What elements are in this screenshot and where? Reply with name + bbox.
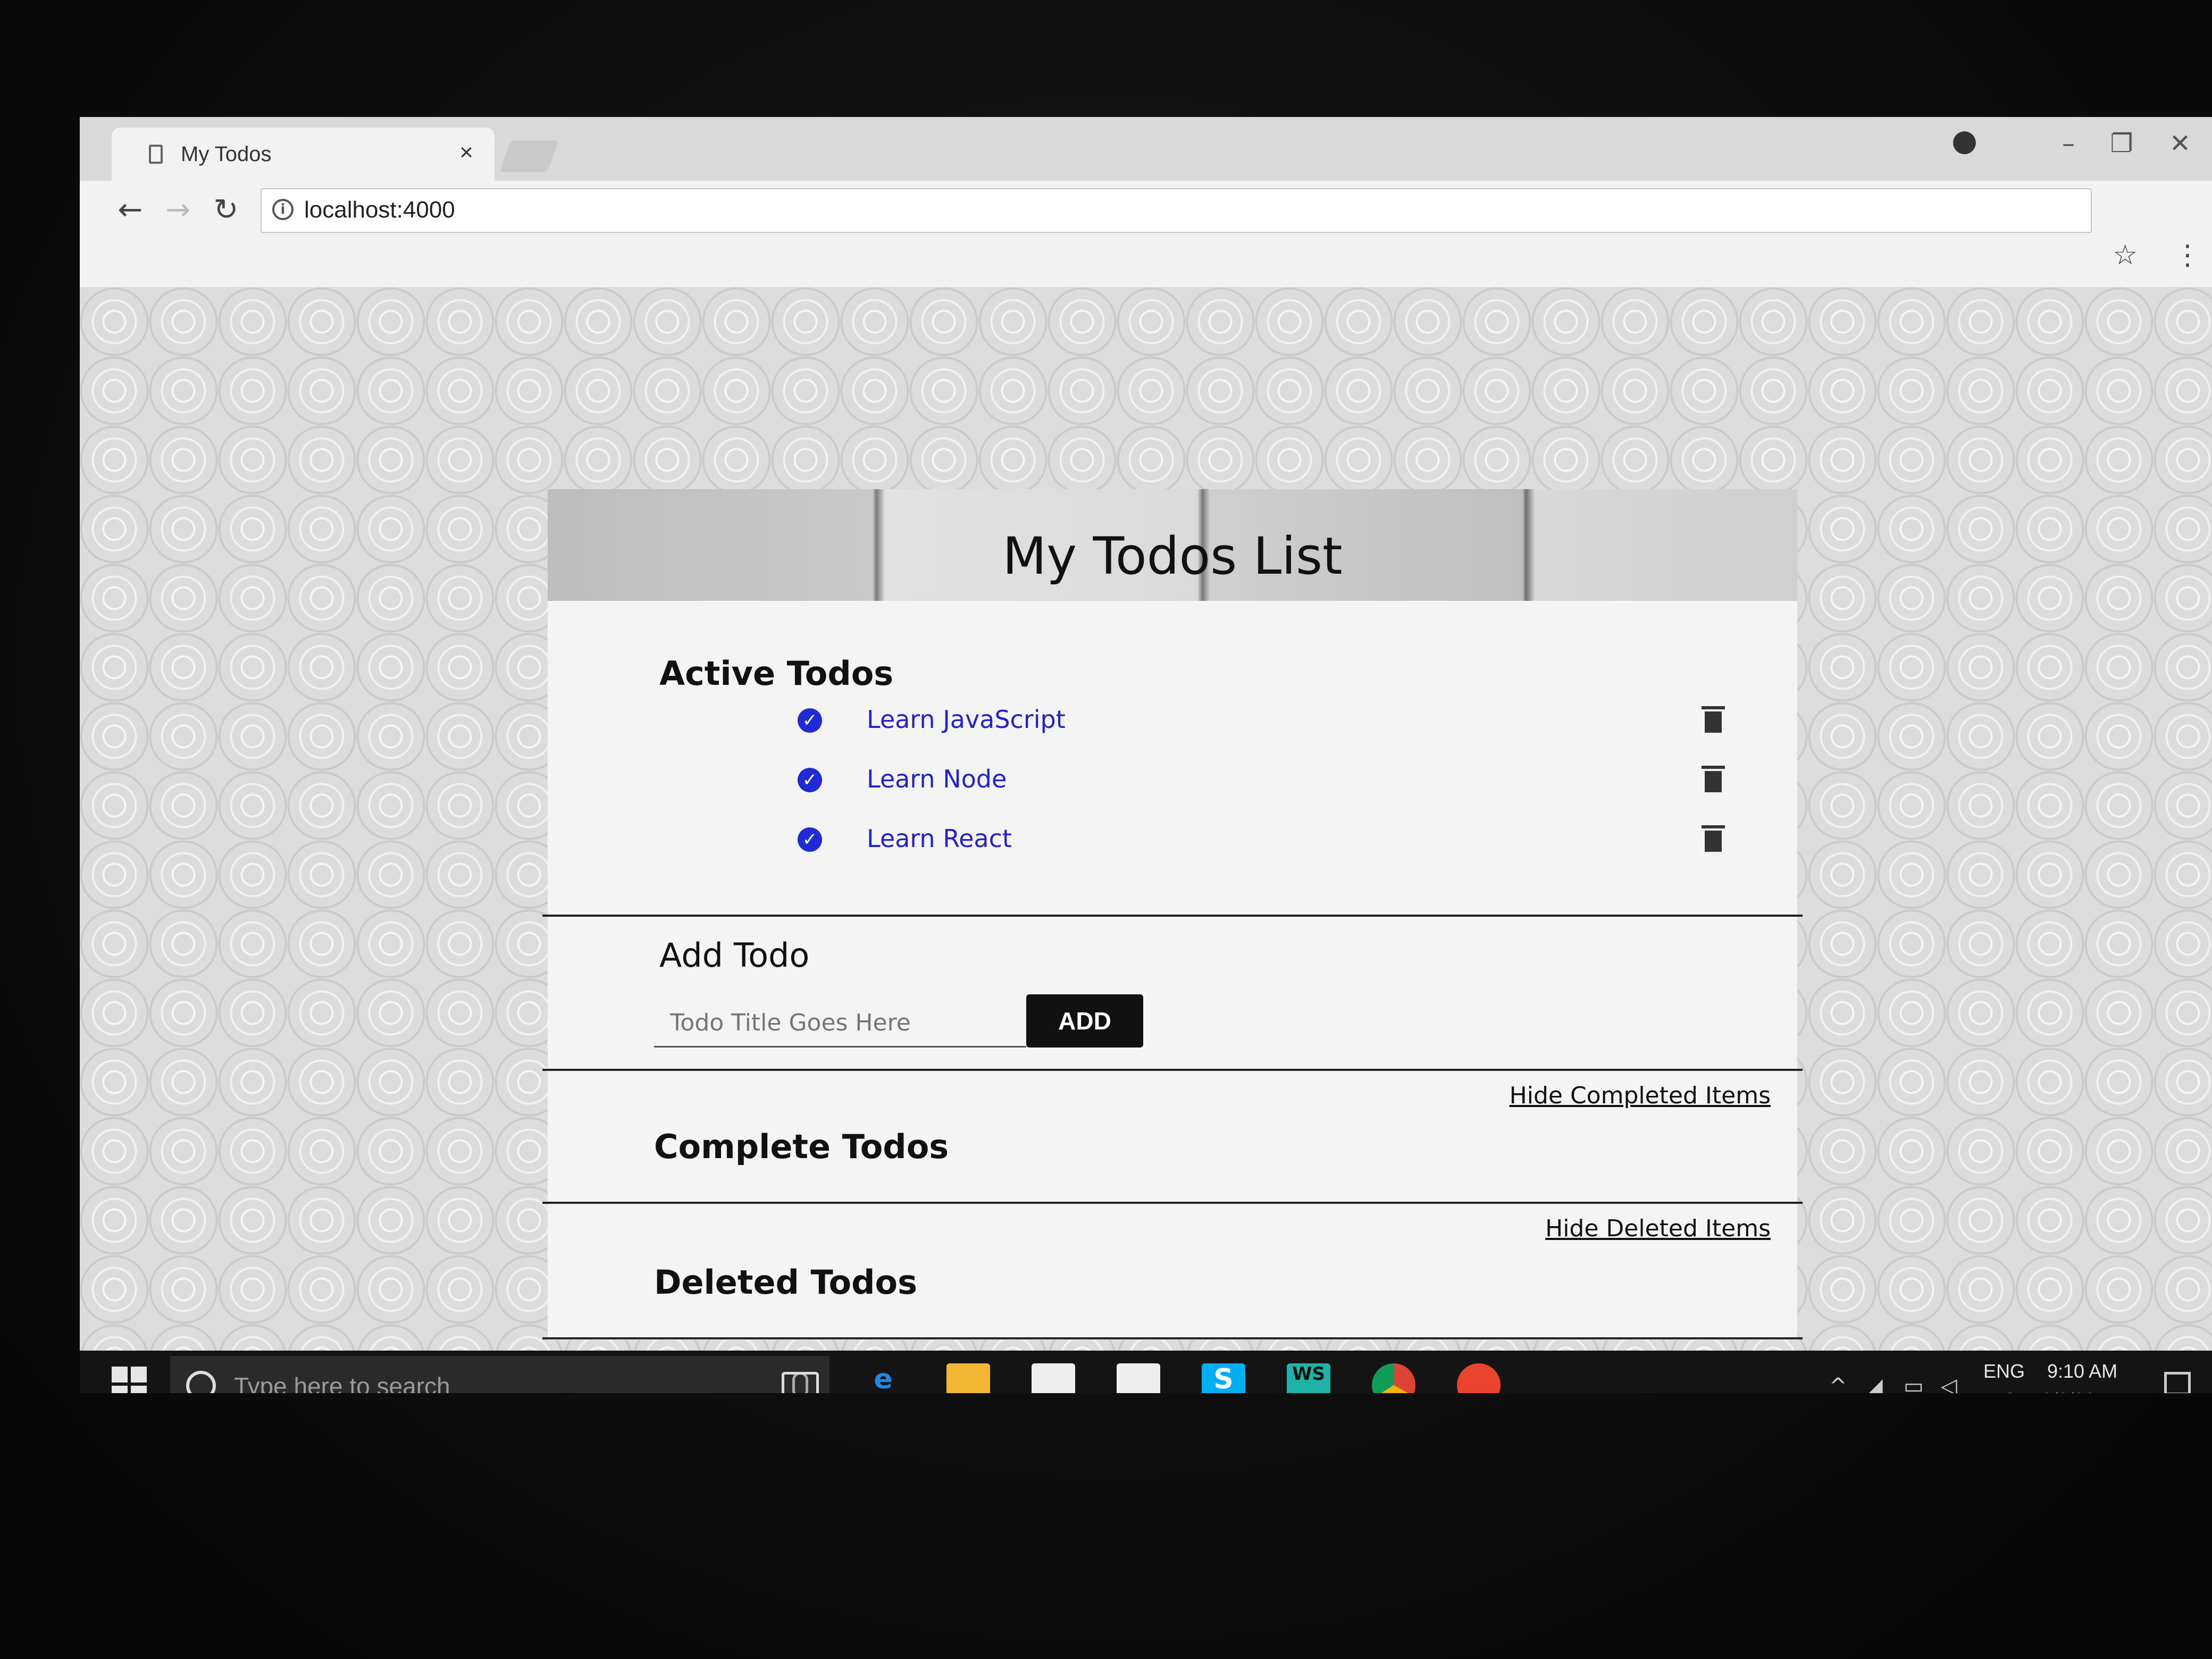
profile-icon[interactable]: ● xyxy=(1951,123,1989,161)
taskbar-search[interactable]: Type here to search xyxy=(170,1356,830,1393)
cortana-icon[interactable] xyxy=(186,1371,216,1393)
file-explorer-icon[interactable] xyxy=(946,1363,990,1393)
reload-icon[interactable]: ↻ xyxy=(207,191,245,229)
todo-title-input[interactable] xyxy=(654,1000,1026,1048)
webstorm-icon[interactable]: WS xyxy=(1287,1363,1330,1393)
todo-item: ✓ Learn Node xyxy=(798,761,1725,809)
battery-icon[interactable]: ▭ xyxy=(1904,1374,1924,1393)
url-text: localhost:4000 xyxy=(304,197,455,223)
section-divider xyxy=(542,1337,1803,1339)
active-todos-heading: Active Todos xyxy=(659,654,894,693)
app-icon[interactable] xyxy=(1457,1363,1501,1393)
todo-label[interactable]: Learn React xyxy=(867,824,1012,853)
deleted-todos-heading: Deleted Todos xyxy=(654,1263,918,1302)
todo-label[interactable]: Learn JavaScript xyxy=(867,705,1066,734)
add-todo-heading: Add Todo xyxy=(659,936,810,975)
page-icon xyxy=(149,145,163,164)
taskbar: Type here to search e S WS ^ ◢ ▭ ◁ ENG U… xyxy=(80,1351,2212,1393)
mail-icon[interactable] xyxy=(1117,1363,1160,1393)
check-circle-icon[interactable]: ✓ xyxy=(798,768,822,792)
browser-toolbar: ← → ↻ i localhost:4000 ☆ ⋮ xyxy=(80,181,2212,288)
complete-todos-heading: Complete Todos xyxy=(654,1127,949,1166)
task-view-icon[interactable] xyxy=(782,1372,819,1393)
todo-item: ✓ Learn JavaScript xyxy=(798,702,1725,750)
edge-icon[interactable]: e xyxy=(861,1363,905,1393)
tab-close-icon[interactable]: × xyxy=(459,139,473,166)
region-label[interactable]: US xyxy=(1990,1389,2016,1393)
section-divider xyxy=(542,1069,1803,1071)
section-divider xyxy=(542,915,1803,917)
new-tab-button[interactable] xyxy=(499,140,559,172)
chrome-icon[interactable] xyxy=(1372,1363,1415,1393)
tab-title: My Todos xyxy=(181,143,272,166)
section-divider xyxy=(542,1202,1803,1204)
forward-icon[interactable]: → xyxy=(160,191,197,229)
back-icon[interactable]: ← xyxy=(112,191,149,229)
todo-app-card: My Todos List Active Todos ✓ Learn JavaS… xyxy=(542,489,1803,1340)
bookmark-star-icon[interactable]: ☆ xyxy=(2113,239,2138,271)
volume-icon[interactable]: ◁ xyxy=(1941,1374,1957,1393)
trash-icon[interactable] xyxy=(1702,825,1725,852)
trash-icon[interactable] xyxy=(1702,706,1725,733)
windows-start-icon[interactable] xyxy=(112,1367,149,1393)
close-window-icon[interactable]: ✕ xyxy=(2159,122,2201,165)
todo-item: ✓ Learn React xyxy=(798,821,1725,869)
search-placeholder: Type here to search xyxy=(234,1372,450,1393)
store-icon[interactable] xyxy=(1032,1363,1075,1393)
hide-deleted-link[interactable]: Hide Deleted Items xyxy=(1545,1215,1771,1242)
tab-strip: My Todos × – ❐ ✕ ● xyxy=(80,117,2212,181)
trash-icon[interactable] xyxy=(1702,766,1725,792)
language-label[interactable]: ENG xyxy=(1983,1360,2025,1382)
wifi-icon[interactable]: ◢ xyxy=(1866,1374,1883,1393)
page-viewport: My Todos List Active Todos ✓ Learn JavaS… xyxy=(80,287,2212,1351)
tray-chevron-icon[interactable]: ^ xyxy=(1829,1374,1847,1393)
browser-tab[interactable]: My Todos × xyxy=(112,128,495,181)
dell-logo xyxy=(1085,1404,1255,1462)
page-title: My Todos List xyxy=(1002,526,1343,586)
restore-icon[interactable]: ❐ xyxy=(2100,122,2143,165)
address-bar[interactable]: i localhost:4000 xyxy=(261,188,2092,233)
clock-date[interactable]: 9/3/2017 xyxy=(2042,1389,2116,1393)
browser-menu-icon[interactable]: ⋮ xyxy=(2174,239,2201,271)
skype-icon[interactable]: S xyxy=(1202,1363,1245,1393)
screen: My Todos × – ❐ ✕ ● ← → ↻ i localhost:400… xyxy=(80,117,2212,1393)
info-icon[interactable]: i xyxy=(272,199,294,220)
clock-time[interactable]: 9:10 AM xyxy=(2047,1360,2117,1382)
todo-label[interactable]: Learn Node xyxy=(867,765,1007,793)
notification-icon[interactable] xyxy=(2164,1372,2191,1393)
check-circle-icon[interactable]: ✓ xyxy=(798,827,822,852)
minimize-icon[interactable]: – xyxy=(2047,122,2090,165)
add-button[interactable]: ADD xyxy=(1026,994,1143,1048)
hide-completed-link[interactable]: Hide Completed Items xyxy=(1510,1082,1771,1109)
check-circle-icon[interactable]: ✓ xyxy=(798,708,822,733)
